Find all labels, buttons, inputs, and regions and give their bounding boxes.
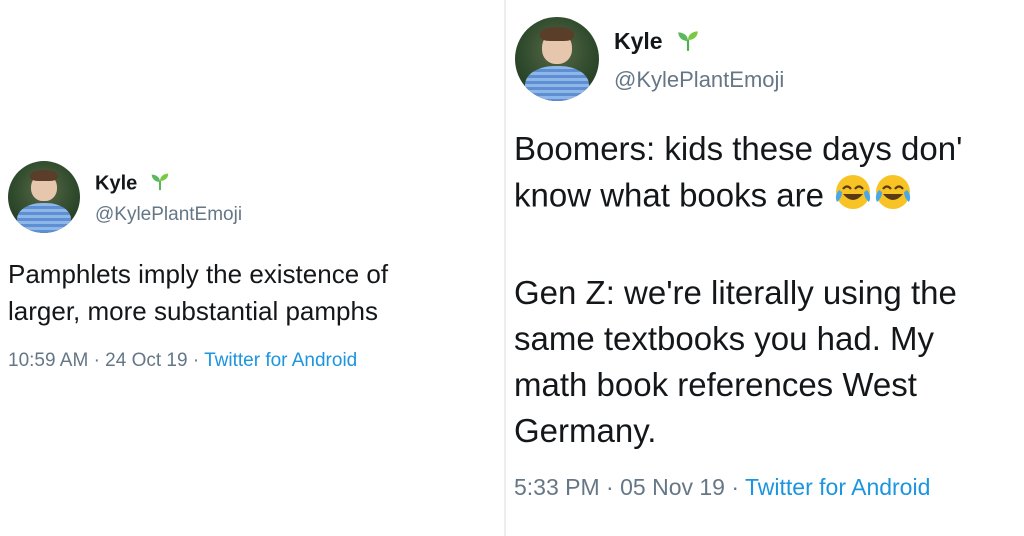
tweet-card-left: Kyle @KylePlantEmoji Pamphlets imply the… [0,0,504,536]
tweet-text-line: know what books are [514,176,825,214]
meta-separator: · [606,474,614,500]
tweet-source-link[interactable]: Twitter for Android [745,474,930,500]
tweet-card-right: Kyle @KylePlantEmoji Boomers: kids these… [506,0,1024,536]
tweet-text-line: Pamphlets imply the existence of [8,259,389,289]
tweet-date[interactable]: 24 Oct 19 [105,350,187,371]
user-name[interactable]: Kyle [95,172,137,194]
tweet-text-line: math book references West [514,366,917,403]
meta-separator: · [192,350,200,371]
tears-of-joy-icon [833,172,873,224]
tweet-source-link[interactable]: Twitter for Android [204,350,357,371]
tweet-text: Pamphlets imply the existence of larger,… [8,256,388,330]
user-handle[interactable]: @KylePlantEmoji [614,67,784,93]
tears-of-joy-icon [873,172,913,224]
meta-separator: · [731,474,740,500]
tweet-meta: 5:33 PM · 05 Nov 19 · Twitter for Androi… [514,474,930,501]
tweet-meta: 10:59 AM · 24 Oct 19 · Twitter for Andro… [8,350,357,372]
tweet-text-line: Germany. [514,412,657,449]
user-name[interactable]: Kyle [614,28,663,54]
tweet-text-line: larger, more substantial pamphs [8,296,378,326]
avatar[interactable] [8,161,80,233]
tweet-text: Boomers: kids these days don' know what … [514,126,962,454]
tweet-time[interactable]: 5:33 PM [514,474,600,500]
tweet-time[interactable]: 10:59 AM [8,350,88,371]
tweet-text-line [514,224,962,270]
avatar[interactable] [515,17,599,101]
tweet-text-line: Boomers: kids these days don' [514,130,963,167]
tweet-date[interactable]: 05 Nov 19 [620,474,725,500]
tweet-text-line-with-emoji: know what books are [514,172,962,224]
seedling-icon [149,170,171,198]
tweet-text-line: same textbooks you had. My [514,320,935,357]
user-name-row[interactable]: Kyle [614,27,701,59]
seedling-icon [675,27,701,59]
meta-separator: · [93,350,100,371]
user-handle[interactable]: @KylePlantEmoji [95,204,242,226]
tweet-text-line: Gen Z: we're literally using the [514,274,957,311]
user-name-row[interactable]: Kyle [95,170,171,198]
